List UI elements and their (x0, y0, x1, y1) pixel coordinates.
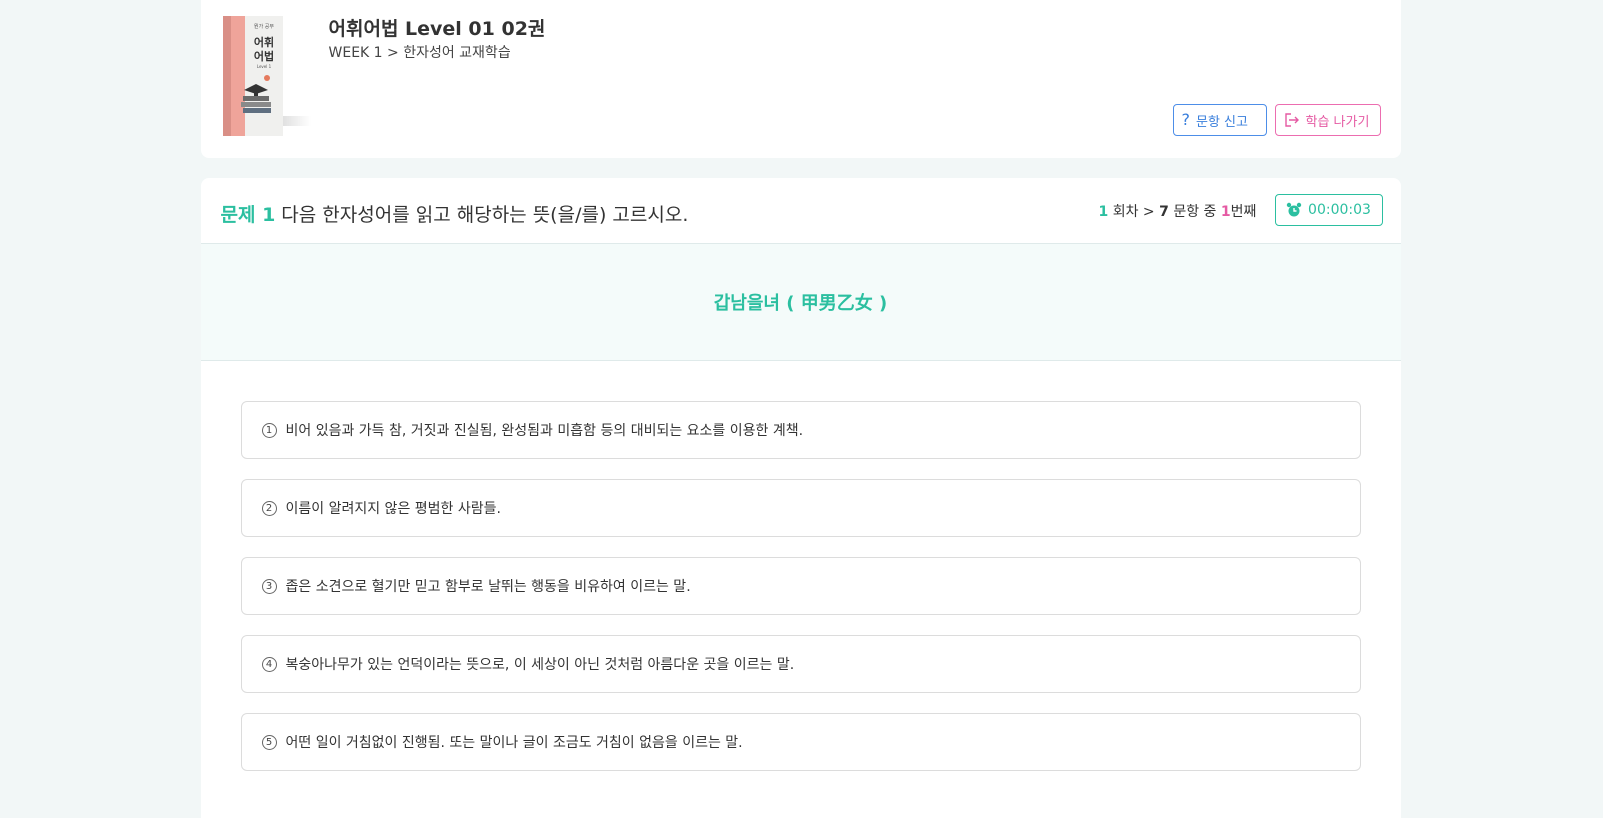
idiom-panel: 갑남을녀 ( 甲男乙女 ) (200, 244, 1401, 361)
total-count: 7 (1159, 204, 1169, 220)
answer-options: 1 비어 있음과 가득 참, 거짓과 진실됨, 완성됨과 미흡함 등의 대비되는… (201, 361, 1401, 771)
book-level: Level 1 (256, 64, 271, 69)
option-text: 이름이 알려지지 않은 평범한 사람들. (285, 501, 501, 517)
exit-icon (1284, 113, 1299, 127)
current-number: 1 (1220, 204, 1231, 220)
question-number: 문제 1 (220, 204, 276, 226)
alarm-clock-icon (1286, 202, 1302, 217)
option-1[interactable]: 1 비어 있음과 가득 참, 거짓과 진실됨, 완성됨과 미흡함 등의 대비되는… (240, 401, 1361, 459)
option-text: 좁은 소견으로 혈기만 믿고 함부로 날뛰는 행동을 비유하여 이르는 말. (285, 579, 691, 595)
book-top-text: 뭔가 공부 (254, 23, 274, 30)
question-header: 문제 1 다음 한자성어를 읽고 해당하는 뜻(을/를) 고르시오. 1 회차 >… (200, 178, 1401, 244)
report-button-label: 문항 신고 (1196, 114, 1248, 130)
option-text: 비어 있음과 가득 참, 거짓과 진실됨, 완성됨과 미흡함 등의 대비되는 요… (285, 423, 804, 439)
option-3[interactable]: 3 좁은 소견으로 혈기만 믿고 함부로 날뛰는 행동을 비유하여 이르는 말. (240, 557, 1361, 615)
round-suffix: 회차 > (1112, 204, 1155, 220)
question-card: 문제 1 다음 한자성어를 읽고 해당하는 뜻(을/를) 고르시오. 1 회차 >… (200, 178, 1401, 818)
option-number: 4 (261, 656, 277, 672)
lesson-title: 어휘어법 Level 01 02권 (328, 18, 546, 40)
book-title-2: 어법 (253, 49, 273, 63)
question-mark-icon: ? (1181, 110, 1191, 129)
idiom-text: 갑남을녀 ( 甲男乙女 ) (713, 293, 888, 314)
book-title-1: 어휘 (253, 35, 273, 49)
lesson-header: 뭔가 공부 어휘 어법 Level 1 어휘어법 Level 01 02권 WE… (200, 0, 1401, 158)
round-number: 1 (1098, 204, 1109, 220)
exit-button-label: 학습 나가기 (1305, 114, 1370, 130)
option-number: 5 (261, 734, 277, 750)
report-button[interactable]: ? 문항 신고 (1172, 104, 1267, 136)
book-cover: 뭔가 공부 어휘 어법 Level 1 (222, 16, 311, 136)
option-text: 어떤 일이 거침없이 진행됨. 또는 말이나 글이 조금도 거침이 없음을 이르… (285, 735, 743, 751)
exit-button[interactable]: 학습 나가기 (1274, 104, 1381, 136)
option-5[interactable]: 5 어떤 일이 거침없이 진행됨. 또는 말이나 글이 조금도 거침이 없음을 … (240, 713, 1361, 771)
page: 뭔가 공부 어휘 어법 Level 1 어휘어법 Level 01 02권 WE… (200, 0, 1401, 818)
question-text: 다음 한자성어를 읽고 해당하는 뜻(을/를) 고르시오. (281, 204, 689, 226)
option-text: 복숭아나무가 있는 언덕이라는 뜻으로, 이 세상이 아닌 것처럼 아름다운 곳… (285, 657, 795, 673)
option-2[interactable]: 2 이름이 알려지지 않은 평범한 사람들. (240, 479, 1361, 537)
current-suffix: 번째 (1230, 204, 1257, 220)
timer-value: 00:00:03 (1308, 202, 1371, 218)
timer: 00:00:03 (1274, 194, 1383, 226)
option-number: 1 (261, 422, 277, 438)
question-progress: 1 회차 > 7 문항 중 1번째 (1099, 201, 1257, 221)
option-number: 2 (261, 500, 277, 516)
option-number: 3 (261, 578, 277, 594)
option-4[interactable]: 4 복숭아나무가 있는 언덕이라는 뜻으로, 이 세상이 아닌 것처럼 아름다운… (240, 635, 1361, 693)
question-prompt: 문제 1 다음 한자성어를 읽고 해당하는 뜻(을/를) 고르시오. (221, 200, 689, 227)
breadcrumb: WEEK 1 > 한자성어 교재학습 (328, 45, 511, 61)
total-suffix: 문항 중 (1173, 204, 1217, 220)
